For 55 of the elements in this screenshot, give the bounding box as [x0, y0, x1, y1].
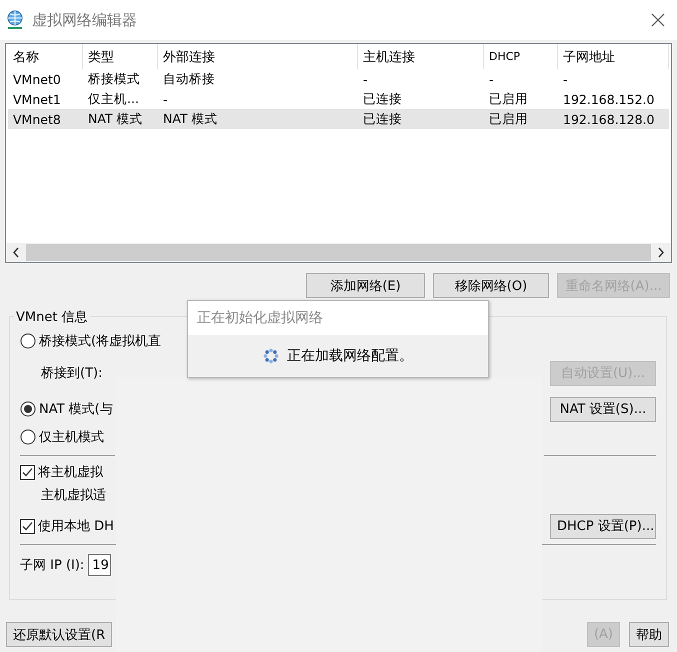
table-cell-text: 已启用 — [488, 90, 529, 108]
bridge-to-label: 桥接到(T): — [41, 365, 102, 382]
scrollbar-thumb[interactable] — [26, 244, 651, 261]
radio-label: NAT 模式(与 — [39, 401, 113, 418]
column-header[interactable]: DHCP — [484, 44, 558, 69]
spinner-icon — [263, 348, 279, 364]
button[interactable]: NAT 设置(S)... — [550, 396, 656, 422]
window-title: 虚拟网络编辑器 — [32, 10, 138, 30]
radio-button[interactable] — [20, 429, 36, 445]
column-header[interactable]: 类型 — [83, 44, 158, 69]
table-row[interactable]: VMnet8 NAT 模式 NAT 模式 已连接 已启用 192.168.128.0 — [8, 109, 669, 129]
table-cell-text: VMnet0 — [12, 72, 62, 86]
close-icon[interactable] — [651, 13, 665, 27]
table-cell-text: NAT 模式 — [87, 110, 144, 128]
button[interactable]: 添加网络(E) — [306, 273, 425, 298]
adapter-note: 主机虚拟适 — [41, 487, 106, 504]
checkbox[interactable] — [20, 518, 35, 534]
button[interactable]: 还原默认设置(R — [6, 622, 112, 647]
column-header[interactable]: 名称 — [8, 44, 83, 69]
table-cell-text: NAT 模式 — [162, 110, 219, 128]
table-cell-text: - — [362, 72, 369, 86]
table-row[interactable]: VMnet0 桥接模式 自动桥接 - - - — [8, 69, 669, 89]
button[interactable]: 帮助 — [629, 622, 669, 647]
table-cell-text: 192.168.152.0 — [562, 92, 656, 106]
column-header[interactable]: 子网地址 — [558, 44, 669, 69]
button[interactable]: 移除网络(O) — [433, 273, 549, 298]
radio-button[interactable] — [20, 401, 36, 417]
table-cell-text: 仅主机... — [87, 90, 140, 108]
subnet-ip-label: 子网 IP (I): — [20, 557, 84, 574]
table-cell-text: 192.168.128.0 — [562, 112, 656, 126]
checkbox-label: 使用本地 DH — [38, 518, 114, 535]
radio-button[interactable] — [20, 333, 36, 349]
table-cell-text: - — [488, 72, 495, 86]
table-cell-text: 桥接模式 — [87, 70, 141, 88]
table-cell-text: 已连接 — [362, 110, 403, 128]
column-header[interactable]: 主机连接 — [358, 44, 484, 69]
loading-message: 正在加载网络配置。 — [287, 347, 413, 365]
subnet-ip-field[interactable]: 19 — [88, 554, 112, 576]
table-cell-text: VMnet8 — [12, 112, 62, 126]
table-cell-text: - — [162, 92, 169, 106]
checkbox-label: 将主机虚拟 — [38, 464, 103, 481]
table-cell-text: 已连接 — [362, 90, 403, 108]
radio-label: 仅主机模式 — [39, 429, 104, 446]
popup-title: 正在初始化虚拟网络 — [188, 301, 488, 335]
table-cell-text: 自动桥接 — [162, 70, 216, 88]
globe-icon — [6, 10, 24, 30]
radio-label: 桥接模式(将虚拟机直 — [39, 333, 162, 350]
button[interactable]: DHCP 设置(P)... — [550, 514, 656, 538]
table-cell-text: VMnet1 — [12, 92, 62, 106]
checkbox[interactable] — [20, 464, 35, 480]
column-header[interactable]: 外部连接 — [158, 44, 358, 69]
group-title: VMnet 信息 — [14, 308, 90, 326]
table-cell-text: - — [562, 72, 569, 86]
table-row[interactable]: VMnet1 仅主机... - 已连接 已启用 192.168.152.0 — [8, 89, 669, 109]
table-cell-text: 已启用 — [488, 110, 529, 128]
